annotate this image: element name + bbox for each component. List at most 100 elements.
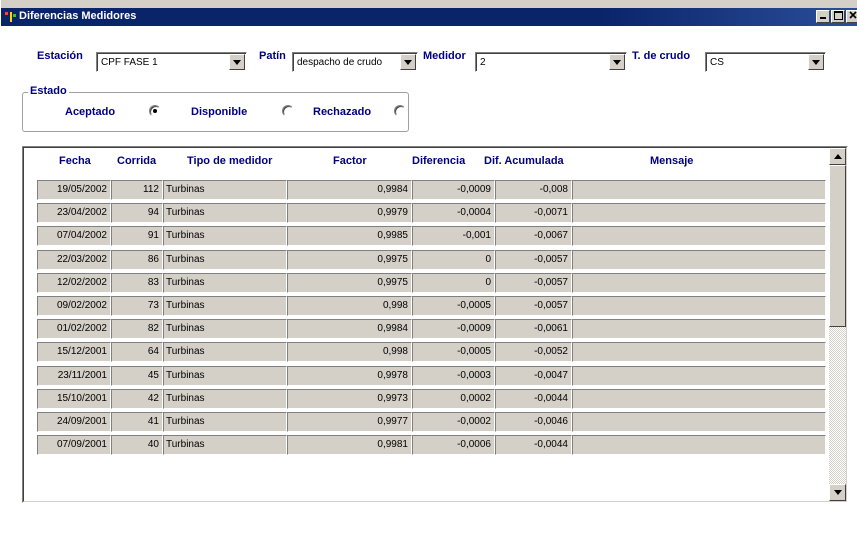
cell-diferencia[interactable]: 0,0002 [412,389,495,409]
cell-acumulada[interactable]: -0,0044 [495,435,572,455]
cell-mensaje[interactable] [572,296,826,316]
cell-mensaje[interactable] [572,180,826,200]
cell-tipo[interactable]: Turbinas [163,250,287,270]
cell-factor[interactable]: 0,9984 [287,319,412,339]
scroll-up-button[interactable] [829,148,846,165]
cell-corrida[interactable]: 45 [111,366,163,386]
cell-fecha[interactable]: 09/02/2002 [37,296,111,316]
estacion-dropdown-button[interactable] [229,54,245,70]
table-row[interactable]: 07/04/2002 91 Turbinas 0,9985 -0,001 -0,0067 [37,226,826,246]
cell-fecha[interactable]: 24/09/2001 [37,412,111,432]
cell-diferencia[interactable]: -0,0005 [412,296,495,316]
cell-mensaje[interactable] [572,319,826,339]
cell-mensaje[interactable] [572,273,826,293]
cell-acumulada[interactable]: -0,0067 [495,226,572,246]
cell-diferencia[interactable]: 0 [412,273,495,293]
table-row[interactable]: 23/04/2002 94 Turbinas 0,9979 -0,0004 -0,0071 [37,203,826,223]
cell-tipo[interactable]: Turbinas [163,296,287,316]
cell-acumulada[interactable]: -0,0057 [495,250,572,270]
cell-mensaje[interactable] [572,250,826,270]
medidor-select[interactable]: 2 [475,52,627,72]
grid-vertical-scrollbar[interactable] [829,148,846,501]
scroll-thumb[interactable] [829,165,846,327]
cell-fecha[interactable]: 07/09/2001 [37,435,111,455]
cell-tipo[interactable]: Turbinas [163,412,287,432]
cell-diferencia[interactable]: -0,0003 [412,366,495,386]
close-button[interactable] [846,10,857,23]
cell-acumulada[interactable]: -0,0052 [495,342,572,362]
scroll-down-button[interactable] [829,484,846,501]
cell-mensaje[interactable] [572,366,826,386]
cell-acumulada[interactable]: -0,0046 [495,412,572,432]
cell-diferencia[interactable]: 0 [412,250,495,270]
cell-corrida[interactable]: 64 [111,342,163,362]
cell-mensaje[interactable] [572,435,826,455]
cell-factor[interactable]: 0,9981 [287,435,412,455]
cell-diferencia[interactable]: -0,0009 [412,319,495,339]
cell-fecha[interactable]: 01/02/2002 [37,319,111,339]
table-row[interactable]: 19/05/2002 112 Turbinas 0,9984 -0,0009 -0,008 [37,180,826,200]
table-row[interactable]: 15/10/2001 42 Turbinas 0,9973 0,0002 -0,0044 [37,389,826,409]
cell-tipo[interactable]: Turbinas [163,273,287,293]
radio-aceptado[interactable] [149,105,161,117]
cell-tipo[interactable]: Turbinas [163,180,287,200]
cell-acumulada[interactable]: -0,0061 [495,319,572,339]
cell-tipo[interactable]: Turbinas [163,342,287,362]
table-row[interactable]: 01/02/2002 82 Turbinas 0,9984 -0,0009 -0,0061 [37,319,826,339]
cell-acumulada[interactable]: -0,0071 [495,203,572,223]
table-row[interactable]: 23/11/2001 45 Turbinas 0,9978 -0,0003 -0,0047 [37,366,826,386]
cell-fecha[interactable]: 15/10/2001 [37,389,111,409]
tipo-crudo-select[interactable]: CS [705,52,826,72]
cell-tipo[interactable]: Turbinas [163,389,287,409]
cell-factor[interactable]: 0,9978 [287,366,412,386]
cell-acumulada[interactable]: -0,0057 [495,273,572,293]
table-row[interactable]: 15/12/2001 64 Turbinas 0,998 -0,0005 -0,0052 [37,342,826,362]
cell-acumulada[interactable]: -0,0047 [495,366,572,386]
cell-mensaje[interactable] [572,389,826,409]
cell-factor[interactable]: 0,9973 [287,389,412,409]
cell-mensaje[interactable] [572,412,826,432]
radio-disponible[interactable] [282,105,294,117]
cell-acumulada[interactable]: -0,008 [495,180,572,200]
cell-acumulada[interactable]: -0,0057 [495,296,572,316]
radio-rechazado[interactable] [394,105,406,117]
cell-corrida[interactable]: 86 [111,250,163,270]
cell-mensaje[interactable] [572,342,826,362]
table-row[interactable]: 12/02/2002 83 Turbinas 0,9975 0 -0,0057 [37,273,826,293]
cell-corrida[interactable]: 82 [111,319,163,339]
cell-diferencia[interactable]: -0,001 [412,226,495,246]
cell-corrida[interactable]: 42 [111,389,163,409]
cell-fecha[interactable]: 07/04/2002 [37,226,111,246]
cell-factor[interactable]: 0,998 [287,296,412,316]
cell-diferencia[interactable]: -0,0006 [412,435,495,455]
cell-fecha[interactable]: 19/05/2002 [37,180,111,200]
cell-fecha[interactable]: 12/02/2002 [37,273,111,293]
cell-factor[interactable]: 0,9984 [287,180,412,200]
cell-corrida[interactable]: 112 [111,180,163,200]
cell-mensaje[interactable] [572,203,826,223]
cell-diferencia[interactable]: -0,0004 [412,203,495,223]
cell-corrida[interactable]: 94 [111,203,163,223]
estacion-select[interactable]: CPF FASE 1 [96,52,247,72]
cell-factor[interactable]: 0,9979 [287,203,412,223]
cell-corrida[interactable]: 73 [111,296,163,316]
cell-diferencia[interactable]: -0,0002 [412,412,495,432]
cell-factor[interactable]: 0,9985 [287,226,412,246]
cell-corrida[interactable]: 41 [111,412,163,432]
cell-mensaje[interactable] [572,226,826,246]
medidor-dropdown-button[interactable] [609,54,625,70]
cell-factor[interactable]: 0,9975 [287,273,412,293]
cell-fecha[interactable]: 15/12/2001 [37,342,111,362]
cell-fecha[interactable]: 23/11/2001 [37,366,111,386]
table-row[interactable]: 09/02/2002 73 Turbinas 0,998 -0,0005 -0,0057 [37,296,826,316]
cell-tipo[interactable]: Turbinas [163,226,287,246]
cell-tipo[interactable]: Turbinas [163,366,287,386]
cell-diferencia[interactable]: -0,0005 [412,342,495,362]
table-row[interactable]: 22/03/2002 86 Turbinas 0,9975 0 -0,0057 [37,250,826,270]
patin-select[interactable]: despacho de crudo [292,52,418,72]
minimize-button[interactable] [816,10,830,23]
table-row[interactable]: 07/09/2001 40 Turbinas 0,9981 -0,0006 -0,0044 [37,435,826,455]
cell-fecha[interactable]: 23/04/2002 [37,203,111,223]
cell-factor[interactable]: 0,9975 [287,250,412,270]
cell-corrida[interactable]: 91 [111,226,163,246]
